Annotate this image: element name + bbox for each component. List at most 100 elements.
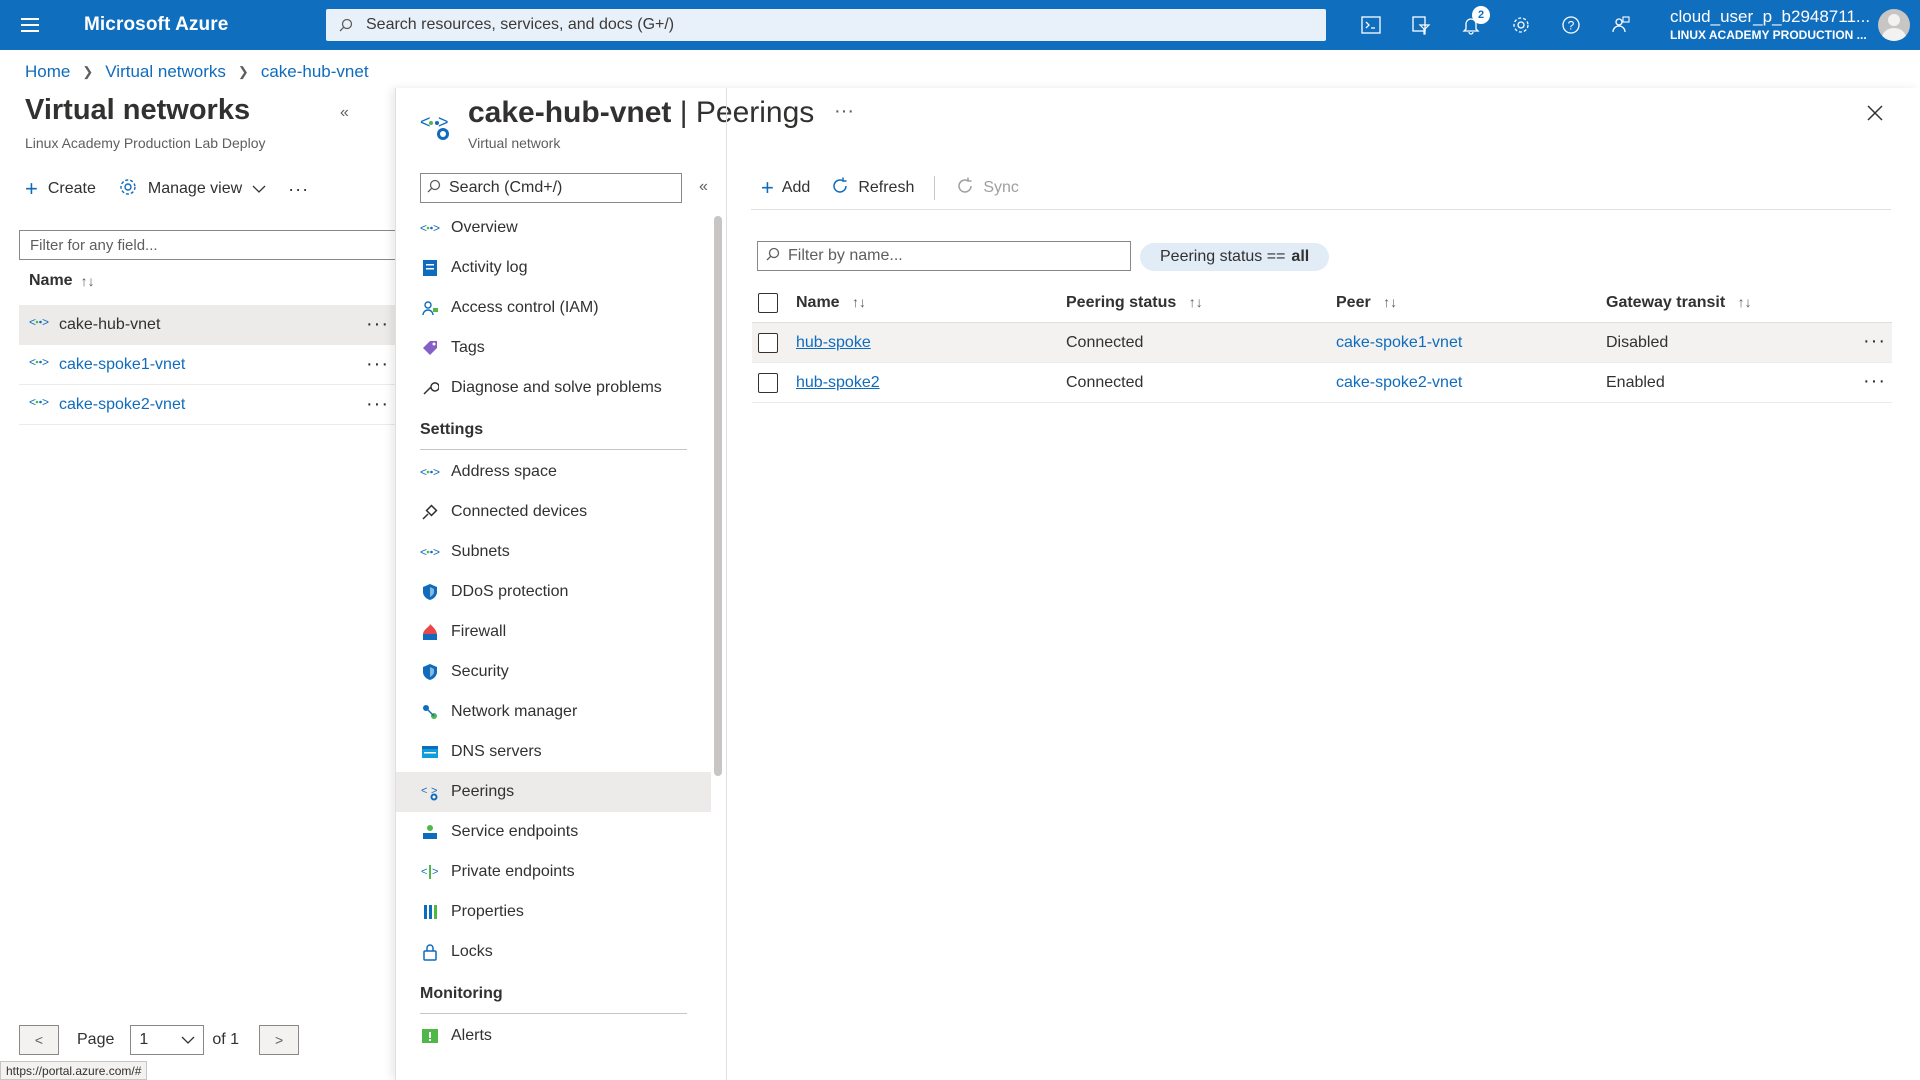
- list-item[interactable]: < > cake-spoke2-vnet ···: [19, 385, 395, 425]
- menu-item-properties[interactable]: Properties: [396, 892, 711, 932]
- command-bar-divider: [751, 209, 1891, 210]
- menu-item-network-manager[interactable]: Network manager: [396, 692, 711, 732]
- sync-button[interactable]: Sync: [955, 176, 1019, 200]
- breadcrumb-cake-hub-vnet[interactable]: cake-hub-vnet: [261, 62, 369, 82]
- menu-item-firewall[interactable]: Firewall: [396, 612, 711, 652]
- menu-item-security[interactable]: Security: [396, 652, 711, 692]
- close-icon[interactable]: [1866, 104, 1884, 127]
- menu-item-access-control-iam[interactable]: Access control (IAM): [396, 288, 711, 328]
- menu-divider: [726, 88, 727, 1080]
- column-header-gateway-transit[interactable]: Gateway transit ↑↓: [1606, 294, 1846, 312]
- menu-item-label: Address space: [451, 463, 557, 480]
- row-checkbox[interactable]: [758, 372, 778, 393]
- collapse-left-icon[interactable]: «: [340, 104, 349, 122]
- table-row[interactable]: hub-spoke2 Connected cake-spoke2-vnet Enabl…: [752, 363, 1892, 403]
- menu-item-label: Diagnose and solve problems: [451, 379, 662, 396]
- menu-item-subnets[interactable]: < > Subnets: [396, 532, 711, 572]
- directory-filter-icon[interactable]: [1396, 0, 1446, 50]
- peering-icon: < >: [420, 782, 440, 802]
- menu-scrollbar[interactable]: [714, 216, 722, 776]
- menu-item-dns-servers[interactable]: DNS servers: [396, 732, 711, 772]
- prev-page-button[interactable]: <: [19, 1025, 59, 1055]
- refresh-button[interactable]: Refresh: [830, 176, 914, 200]
- menu-search-input[interactable]: Search (Cmd+/): [420, 173, 682, 203]
- sort-icon[interactable]: ↑↓: [1383, 294, 1397, 310]
- help-icon[interactable]: ?: [1546, 0, 1596, 50]
- activity-log-icon: [420, 258, 440, 278]
- blade-title-separator: |: [679, 96, 688, 129]
- next-page-button[interactable]: >: [259, 1025, 300, 1055]
- gear-icon: [118, 177, 138, 201]
- cloud-shell-icon[interactable]: [1346, 0, 1396, 50]
- feedback-icon[interactable]: [1596, 0, 1646, 50]
- sort-icon[interactable]: ↑↓: [852, 294, 866, 310]
- collapse-menu-icon[interactable]: «: [699, 178, 708, 196]
- menu-item-locks[interactable]: Locks: [396, 932, 711, 972]
- notifications-icon[interactable]: 2: [1446, 0, 1496, 50]
- list-item-label[interactable]: cake-spoke2-vnet: [59, 396, 185, 414]
- column-header-name[interactable]: Name ↑↓: [29, 272, 95, 290]
- more-options-icon[interactable]: ···: [834, 100, 854, 123]
- sort-icon[interactable]: ↑↓: [1738, 294, 1752, 310]
- create-button[interactable]: + Create: [25, 178, 96, 200]
- more-options-icon[interactable]: ···: [366, 393, 389, 416]
- peer-link[interactable]: cake-spoke1-vnet: [1336, 334, 1462, 351]
- menu-item-alerts[interactable]: Alerts: [396, 1016, 711, 1056]
- filter-by-name-input[interactable]: Filter by name...: [757, 241, 1131, 271]
- menu-item-connected-devices[interactable]: Connected devices: [396, 492, 711, 532]
- list-item-label[interactable]: cake-spoke1-vnet: [59, 356, 185, 374]
- peering-name-link[interactable]: hub-spoke2: [796, 374, 880, 391]
- row-checkbox[interactable]: [758, 332, 778, 353]
- list-item[interactable]: < > cake-hub-vnet ···: [19, 305, 395, 345]
- page-select[interactable]: 1: [130, 1025, 205, 1055]
- column-header-name[interactable]: Name ↑↓: [796, 294, 1066, 312]
- more-options-icon[interactable]: ···: [1863, 330, 1886, 353]
- menu-item-ddos-protection[interactable]: DDoS protection: [396, 572, 711, 612]
- svg-text:>: >: [433, 221, 440, 235]
- column-header-peer[interactable]: Peer ↑↓: [1336, 294, 1606, 312]
- menu-item-address-space[interactable]: < > Address space: [396, 452, 711, 492]
- menu-item-private-endpoints[interactable]: < > Private endpoints: [396, 852, 711, 892]
- menu-icon[interactable]: [0, 0, 60, 50]
- more-options-icon[interactable]: ···: [288, 179, 309, 200]
- vnet-icon: < >: [29, 395, 49, 414]
- peering-name-link[interactable]: hub-spoke: [796, 334, 871, 351]
- column-header-peering-status[interactable]: Peering status ↑↓: [1066, 294, 1336, 312]
- brand-title[interactable]: Microsoft Azure: [84, 14, 326, 36]
- more-options-icon[interactable]: ···: [366, 353, 389, 376]
- plus-icon: +: [761, 175, 774, 200]
- peering-status-filter-pill[interactable]: Peering status == all: [1140, 243, 1330, 271]
- vnet-icon: < >: [420, 542, 440, 562]
- peer-link[interactable]: cake-spoke2-vnet: [1336, 374, 1462, 391]
- sort-icon[interactable]: ↑↓: [81, 273, 95, 289]
- global-search-input[interactable]: Search resources, services, and docs (G+…: [326, 9, 1326, 41]
- select-all-checkbox[interactable]: [758, 292, 778, 313]
- menu-item-peerings[interactable]: < > Peerings: [396, 772, 711, 812]
- menu-item-label: Alerts: [451, 1027, 492, 1044]
- menu-item-overview[interactable]: < > Overview: [396, 208, 711, 248]
- sort-icon[interactable]: ↑↓: [1189, 294, 1203, 310]
- menu-section-monitoring: Monitoring: [396, 972, 711, 1016]
- search-icon: [326, 18, 366, 32]
- list-item[interactable]: < > cake-spoke1-vnet ···: [19, 345, 395, 385]
- avatar[interactable]: [1878, 9, 1910, 41]
- more-options-icon[interactable]: ···: [1863, 370, 1886, 393]
- menu-item-service-endpoints[interactable]: Service endpoints: [396, 812, 711, 852]
- filter-input[interactable]: Filter for any field...: [19, 230, 395, 260]
- svg-text:>: >: [432, 866, 438, 878]
- list-item-label[interactable]: cake-hub-vnet: [59, 316, 160, 334]
- settings-gear-icon[interactable]: [1496, 0, 1546, 50]
- manage-view-button[interactable]: Manage view: [118, 177, 266, 201]
- more-options-icon[interactable]: ···: [366, 313, 389, 336]
- add-button[interactable]: + Add: [761, 177, 810, 199]
- account-menu[interactable]: cloud_user_p_b2948711... LINUX ACADEMY P…: [1670, 7, 1870, 42]
- menu-item-tags[interactable]: Tags: [396, 328, 711, 368]
- menu-item-activity-log[interactable]: Activity log: [396, 248, 711, 288]
- breadcrumb-virtual-networks[interactable]: Virtual networks: [105, 62, 226, 82]
- svg-text:<: <: [420, 221, 427, 235]
- menu-item-diagnose-and-solve-problems[interactable]: Diagnose and solve problems: [396, 368, 711, 408]
- svg-text:>: >: [433, 465, 440, 479]
- table-row[interactable]: hub-spoke Connected cake-spoke1-vnet Disabl…: [752, 323, 1892, 363]
- breadcrumb-home[interactable]: Home: [25, 62, 70, 82]
- lock-icon: [420, 942, 440, 962]
